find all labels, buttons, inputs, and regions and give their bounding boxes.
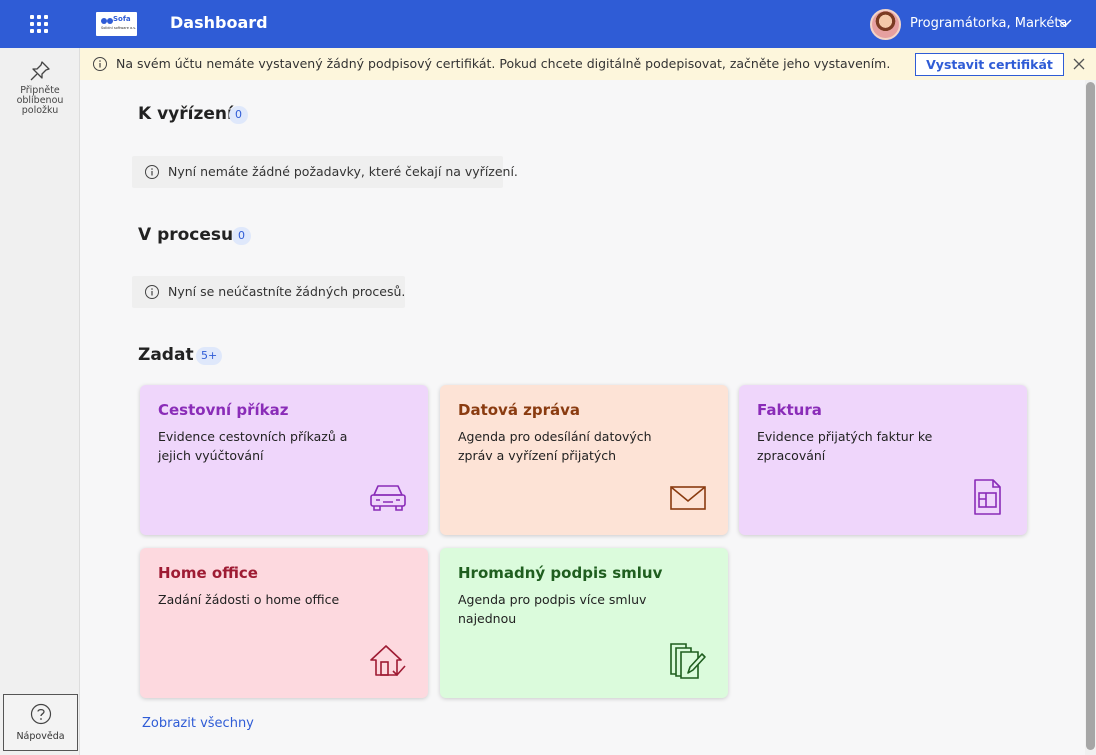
card-description: Evidence cestovních příkazů a jejich vyú… [158,429,348,463]
in-process-notice-text: Nyní se neúčastníte žádných procesů. [168,284,406,299]
home-check-icon [370,645,406,677]
page-title: Dashboard [170,13,268,32]
chevron-down-icon[interactable] [1058,16,1072,30]
top-bar: Sofa Solidní software a.s. Dashboard Pro… [0,0,1096,48]
card-title: Datová zpráva [458,401,581,419]
card-description: Evidence přijatých faktur ke zpracování [757,429,933,463]
card-title: Hromadný podpis smluv [458,564,663,582]
help-label: Nápověda [16,731,65,742]
section-title-create: Zadat [138,345,194,365]
in-process-notice: Nyní se neúčastníte žádných procesů. [132,276,405,308]
card-travel-order[interactable]: Cestovní příkaz Evidence cestovních přík… [140,385,428,535]
logo-brand: Sofa [113,15,131,23]
info-icon [145,165,159,179]
app-launcher-icon[interactable] [30,15,48,33]
section-title-in-process: V procesu [138,225,234,245]
documents-sign-icon [670,643,706,679]
question-icon [30,703,52,725]
invoice-icon [974,479,1001,515]
info-icon [93,57,107,71]
card-data-message[interactable]: Datová zpráva Agenda pro odesílání datov… [440,385,728,535]
company-logo[interactable]: Sofa Solidní software a.s. [96,12,137,36]
avatar[interactable] [870,9,901,40]
info-icon [145,285,159,299]
issue-certificate-button[interactable]: Vystavit certifikát [915,53,1064,76]
scrollbar-thumb[interactable] [1086,82,1095,750]
car-icon [370,485,406,511]
card-invoice[interactable]: Faktura Evidence přijatých faktur ke zpr… [739,385,1027,535]
card-description: Zadání žádosti o home office [158,592,340,607]
close-icon[interactable] [1072,57,1086,71]
card-description: Agenda pro podpis více smluv najednou [458,592,647,626]
show-all-link[interactable]: Zobrazit všechny [142,716,254,731]
banner-message: Na svém účtu nemáte vystavený žádný podp… [116,56,891,71]
pin-icon[interactable] [29,60,51,82]
card-title: Home office [158,564,258,582]
card-home-office[interactable]: Home office Zadání žádosti o home office [140,548,428,698]
pending-count-badge: 0 [229,106,248,124]
envelope-icon [670,486,706,510]
card-description: Agenda pro odesílání datových zpráv a vy… [458,429,652,463]
sidebar: Připněte oblíbenou položku Nápověda [0,48,80,755]
card-title: Cestovní příkaz [158,401,289,419]
pending-notice-text: Nyní nemáte žádné požadavky, které čekaj… [168,164,518,179]
pending-notice: Nyní nemáte žádné požadavky, které čekaj… [132,156,518,188]
logo-subtitle: Solidní software a.s. [101,26,137,30]
create-count-badge: 5+ [196,347,223,365]
section-title-pending: K vyřízení [138,104,233,124]
card-title: Faktura [757,401,822,419]
in-process-count-badge: 0 [232,227,251,245]
card-bulk-sign[interactable]: Hromadný podpis smluv Agenda pro podpis … [440,548,728,698]
help-button[interactable]: Nápověda [3,694,78,751]
user-menu-name[interactable]: Programátorka, Markéta [910,16,1067,31]
pin-favorite-label[interactable]: Připněte oblíbenou položku [0,86,80,116]
certificate-banner: Na svém účtu nemáte vystavený žádný podp… [80,48,1096,80]
